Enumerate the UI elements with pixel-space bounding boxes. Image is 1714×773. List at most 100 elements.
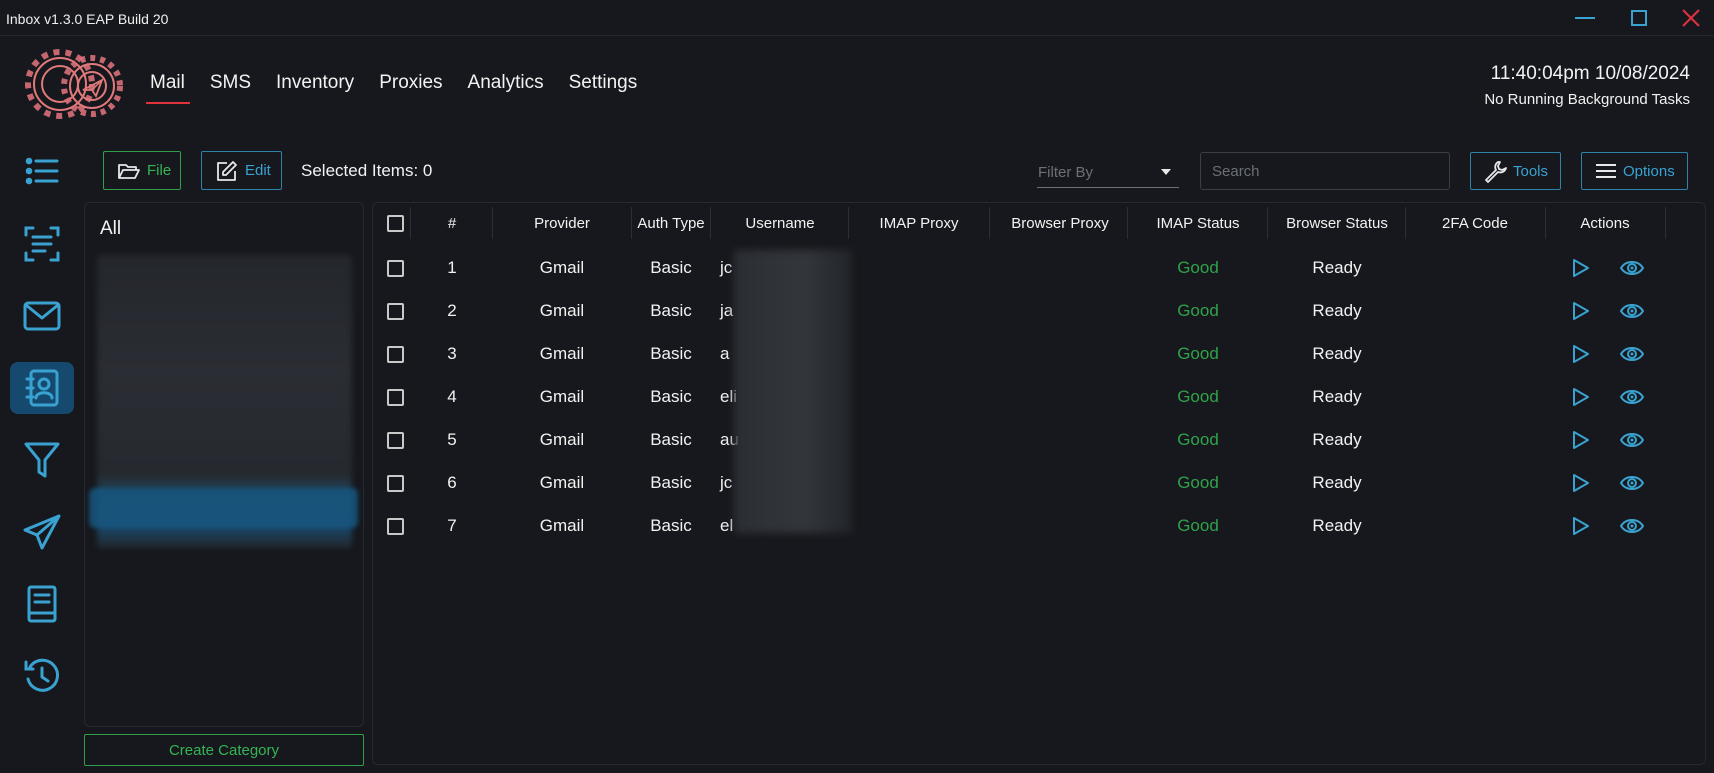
browser-status-cell: Ready xyxy=(1312,301,1362,320)
view-button[interactable] xyxy=(1619,341,1645,367)
column-separator[interactable] xyxy=(1405,207,1406,239)
imap-status-cell: Good xyxy=(1177,473,1219,492)
column-separator[interactable] xyxy=(710,207,711,239)
folder-open-icon xyxy=(118,163,140,179)
column-header-imap-proxy-col[interactable]: IMAP Proxy xyxy=(849,215,989,239)
play-icon xyxy=(1573,474,1589,492)
play-button[interactable] xyxy=(1567,255,1593,281)
app-logo xyxy=(24,46,128,122)
sidebar-list[interactable] xyxy=(10,145,74,197)
view-button[interactable] xyxy=(1619,384,1645,410)
column-separator[interactable] xyxy=(410,207,411,239)
filter-by-placeholder: Filter By xyxy=(1038,164,1094,181)
imap-status-cell: Good xyxy=(1177,516,1219,535)
edit-icon xyxy=(217,160,237,181)
main-nav: Mail SMS Inventory Proxies Analytics Set… xyxy=(146,72,638,104)
play-icon xyxy=(1573,259,1589,277)
browser-status-cell: Ready xyxy=(1312,344,1362,363)
sidebar-mail[interactable] xyxy=(10,290,74,342)
browser-status-cell: Ready xyxy=(1312,473,1362,492)
view-button[interactable] xyxy=(1619,427,1645,453)
chevron-down-icon xyxy=(1161,169,1171,175)
column-separator[interactable] xyxy=(1267,207,1268,239)
sidebar-history[interactable] xyxy=(10,650,74,702)
file-button-label: File xyxy=(147,162,172,179)
column-header-browser-proxy-col[interactable]: Browser Proxy xyxy=(990,215,1130,239)
title-bar xyxy=(0,0,1714,36)
sidebar-contacts[interactable] xyxy=(10,362,74,414)
eye-icon xyxy=(1619,347,1645,361)
play-icon xyxy=(1573,345,1589,363)
nav-inventory[interactable]: Inventory xyxy=(276,72,354,100)
tools-button[interactable]: Tools xyxy=(1470,152,1561,190)
list-icon xyxy=(25,157,59,185)
create-category-label: Create Category xyxy=(168,741,280,759)
play-button[interactable] xyxy=(1567,384,1593,410)
view-button[interactable] xyxy=(1619,298,1645,324)
search-input[interactable] xyxy=(1200,152,1450,190)
sidebar-notebook[interactable] xyxy=(10,578,74,630)
column-separator[interactable] xyxy=(1545,207,1546,239)
play-button[interactable] xyxy=(1567,470,1593,496)
nav-analytics[interactable]: Analytics xyxy=(468,72,544,100)
blurred-usernames xyxy=(734,250,852,533)
column-separator[interactable] xyxy=(848,207,849,239)
maximize-button[interactable] xyxy=(1622,6,1656,30)
column-separator[interactable] xyxy=(1127,207,1128,239)
create-category-button[interactable]: Create Category xyxy=(84,734,364,766)
filter-by-dropdown[interactable]: Filter By xyxy=(1037,158,1179,188)
options-button[interactable]: Options xyxy=(1581,152,1688,190)
view-button[interactable] xyxy=(1619,255,1645,281)
eye-icon xyxy=(1619,261,1645,275)
column-header-actions-col[interactable]: Actions xyxy=(1535,215,1675,239)
selected-items-count: Selected Items: 0 xyxy=(301,161,433,180)
play-button[interactable] xyxy=(1567,427,1593,453)
browser-status-cell: Ready xyxy=(1312,387,1362,406)
sidebar-document[interactable] xyxy=(10,218,74,270)
column-separator[interactable] xyxy=(1665,207,1666,239)
browser-status-cell: Ready xyxy=(1312,516,1362,535)
wrench-icon xyxy=(1485,161,1507,183)
nav-proxies[interactable]: Proxies xyxy=(379,72,442,100)
sidebar-filter[interactable] xyxy=(10,434,74,486)
play-button[interactable] xyxy=(1567,341,1593,367)
column-header-browser-status-col[interactable]: Browser Status xyxy=(1267,215,1407,239)
close-button[interactable] xyxy=(1674,6,1708,30)
menu-icon xyxy=(1596,164,1616,178)
play-icon xyxy=(1573,517,1589,535)
maximize-icon xyxy=(1631,10,1647,26)
nav-settings[interactable]: Settings xyxy=(569,72,638,100)
history-icon xyxy=(24,658,60,692)
column-separator[interactable] xyxy=(492,207,493,239)
minimize-button[interactable] xyxy=(1568,6,1602,30)
nav-sms[interactable]: SMS xyxy=(210,72,251,100)
nav-mail[interactable]: Mail xyxy=(146,72,190,104)
column-header-imap-status-col[interactable]: IMAP Status xyxy=(1128,215,1268,239)
file-button[interactable]: File xyxy=(103,151,181,190)
eye-icon xyxy=(1619,390,1645,404)
view-button[interactable] xyxy=(1619,470,1645,496)
sidebar-send[interactable] xyxy=(10,506,74,558)
contacts-book-icon xyxy=(25,369,59,407)
imap-status-cell: Good xyxy=(1177,301,1219,320)
view-button[interactable] xyxy=(1619,513,1645,539)
imap-status-cell: Good xyxy=(1177,344,1219,363)
column-header-2fa-code-col[interactable]: 2FA Code xyxy=(1405,215,1545,239)
mail-icon xyxy=(23,301,61,331)
play-button[interactable] xyxy=(1567,298,1593,324)
imap-status-cell: Good xyxy=(1177,258,1219,277)
clock: 11:40:04pm 10/08/2024 xyxy=(1490,63,1690,84)
eye-icon xyxy=(1619,304,1645,318)
selected-category-highlight[interactable] xyxy=(89,488,358,528)
column-separator[interactable] xyxy=(631,207,632,239)
play-button[interactable] xyxy=(1567,513,1593,539)
filter-icon xyxy=(24,442,60,478)
edit-button[interactable]: Edit xyxy=(201,151,282,190)
column-header-username-col[interactable]: Username xyxy=(710,215,850,239)
edit-button-label: Edit xyxy=(245,162,271,179)
document-lines-icon xyxy=(24,226,60,262)
column-separator[interactable] xyxy=(989,207,990,239)
notebook-icon xyxy=(27,585,57,623)
category-all[interactable]: All xyxy=(100,218,121,240)
eye-icon xyxy=(1619,476,1645,490)
